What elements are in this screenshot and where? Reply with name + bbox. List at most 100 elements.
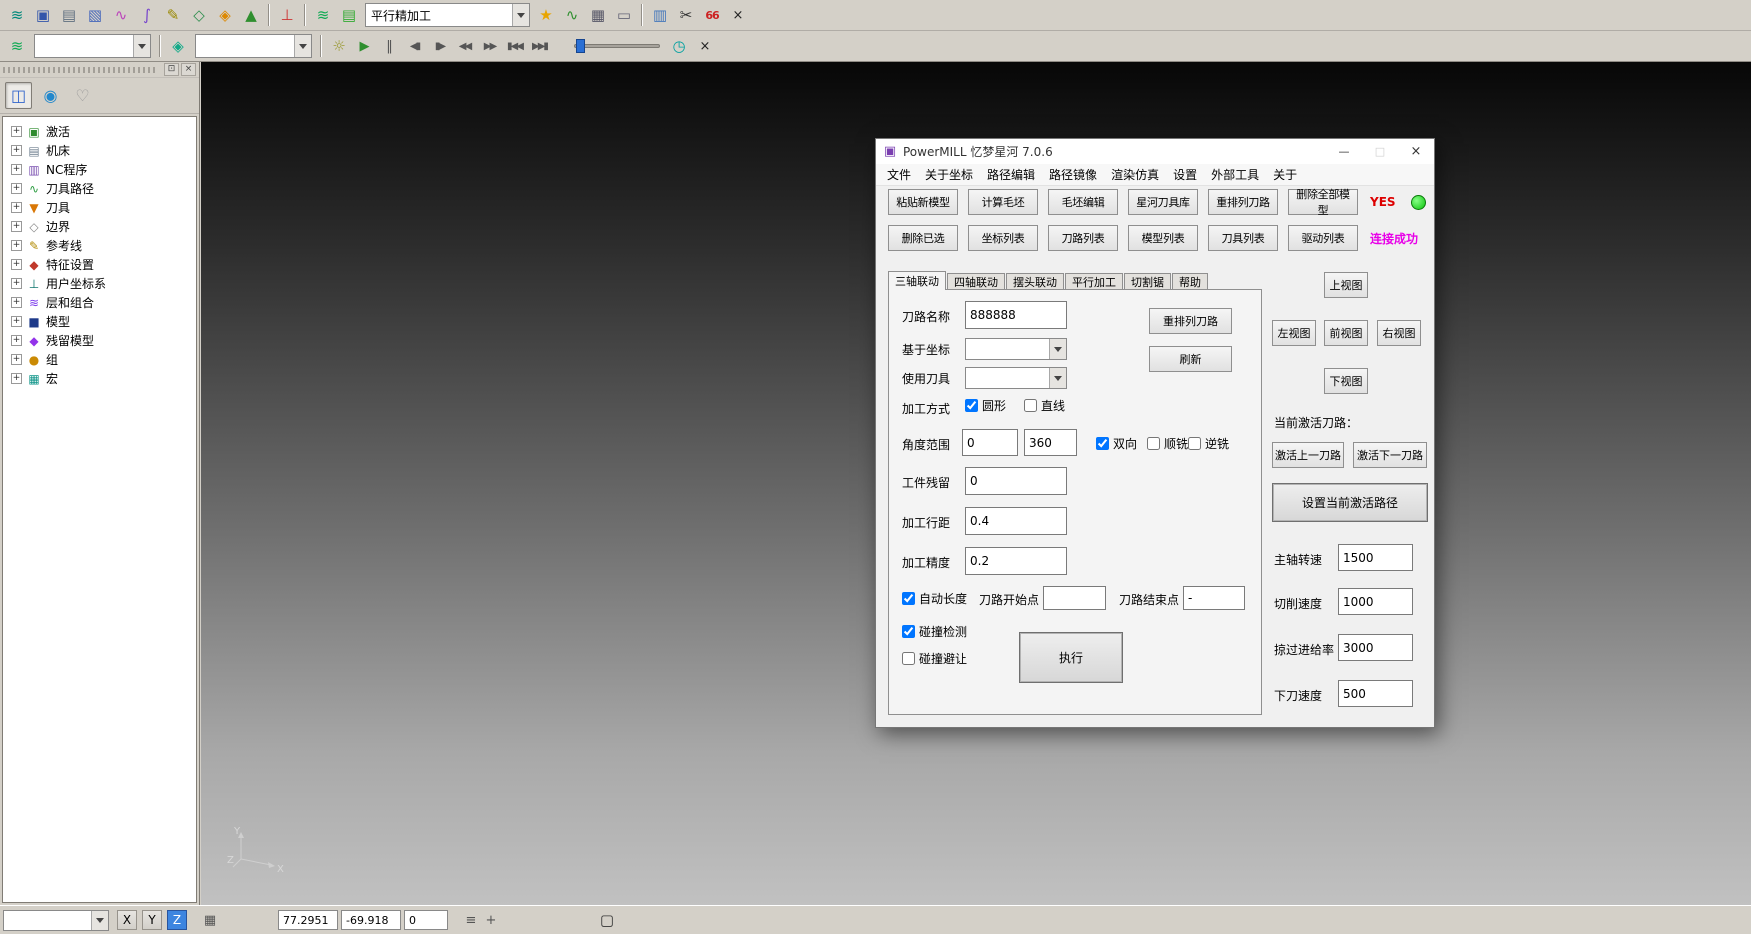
tree-item-boundaries[interactable]: +◇边界 xyxy=(5,217,194,236)
simulation-speed-slider[interactable] xyxy=(574,37,660,55)
tree-item-activate[interactable]: +▣激活 xyxy=(5,122,194,141)
toolpath-strategy-icon[interactable]: ∿ xyxy=(109,3,133,27)
menu-settings[interactable]: 设置 xyxy=(1166,163,1204,186)
tree-item-machine[interactable]: +▤机床 xyxy=(5,141,194,160)
save-icon[interactable]: ▣ xyxy=(31,3,55,27)
expander-icon[interactable]: + xyxy=(11,183,22,194)
model-list-button[interactable]: 模型列表 xyxy=(1128,225,1198,251)
stats-icon[interactable]: ▥ xyxy=(648,3,672,27)
climb-mill-checkbox[interactable]: 顺铣 xyxy=(1147,435,1188,452)
clock-icon[interactable]: ◷ xyxy=(667,34,691,58)
activate-prev-button[interactable]: 激活上一刀路 xyxy=(1272,442,1344,468)
tree-item-levels[interactable]: +≋层和组合 xyxy=(5,293,194,312)
pause-icon[interactable]: ‖ xyxy=(378,34,401,58)
calculator-icon[interactable]: ▦ xyxy=(586,3,610,27)
spectacles-icon[interactable]: 66 xyxy=(700,3,724,27)
tab-cutting-saw[interactable]: 切割锯 xyxy=(1124,273,1171,290)
expander-icon[interactable]: + xyxy=(11,373,22,384)
sim-tool-combo[interactable] xyxy=(195,34,312,58)
tree-item-patterns[interactable]: +✎参考线 xyxy=(5,236,194,255)
refresh-button[interactable]: 刷新 xyxy=(1149,346,1232,372)
cursor-icon[interactable]: + xyxy=(481,910,501,930)
close-button[interactable]: × xyxy=(1398,139,1434,164)
expander-icon[interactable]: + xyxy=(11,145,22,156)
collision-avoid-checkbox[interactable]: 碰撞避让 xyxy=(902,650,967,667)
panel-pin-icon[interactable]: ⊡ xyxy=(164,63,179,76)
go-start-icon[interactable]: ▮◀◀ xyxy=(503,34,526,58)
levels-icon[interactable]: ≋ xyxy=(311,3,335,27)
bulb-icon[interactable]: ☼ xyxy=(327,34,351,58)
tool-library-button[interactable]: 星河刀具库 xyxy=(1128,189,1198,215)
chevron-down-icon[interactable] xyxy=(1049,368,1066,388)
delete-all-models-button[interactable]: 删除全部模型 xyxy=(1288,189,1358,215)
grid-icon[interactable]: ▦ xyxy=(200,910,220,930)
measure-icon[interactable]: ▭ xyxy=(612,3,636,27)
feature-icon[interactable]: ▲ xyxy=(239,3,263,27)
tree-item-stock-models[interactable]: +◆残留模型 xyxy=(5,331,194,350)
conventional-mill-checkbox[interactable]: 逆铣 xyxy=(1188,435,1229,452)
expander-icon[interactable]: + xyxy=(11,240,22,251)
play-icon[interactable]: ▶ xyxy=(353,34,376,58)
circle-checkbox[interactable]: 圆形 xyxy=(965,397,1006,414)
tool-select-icon[interactable]: ◈ xyxy=(166,34,190,58)
globe-view-icon[interactable]: ◉ xyxy=(37,82,64,109)
print-icon[interactable]: ▤ xyxy=(57,3,81,27)
expander-icon[interactable]: + xyxy=(11,316,22,327)
chevron-down-icon[interactable] xyxy=(512,4,529,26)
toolpath-list-button[interactable]: 刀路列表 xyxy=(1048,225,1118,251)
tree-item-macros[interactable]: +▦宏 xyxy=(5,369,194,388)
view-bottom-button[interactable]: 下视图 xyxy=(1324,368,1368,394)
expander-icon[interactable]: + xyxy=(11,259,22,270)
auto-length-checkbox[interactable]: 自动长度 xyxy=(902,590,967,607)
menu-coords[interactable]: 关于坐标 xyxy=(918,163,980,186)
line-checkbox[interactable]: 直线 xyxy=(1024,397,1065,414)
view-left-button[interactable]: 左视图 xyxy=(1272,320,1316,346)
tree-item-nc-programs[interactable]: +▥NC程序 xyxy=(5,160,194,179)
model-import-icon[interactable]: ≋ xyxy=(5,3,29,27)
minimize-button[interactable]: — xyxy=(1326,139,1362,164)
toolbar-close-icon[interactable]: × xyxy=(726,3,750,27)
strategy-list-icon[interactable]: ▤ xyxy=(337,3,361,27)
expander-icon[interactable]: + xyxy=(11,221,22,232)
bidirectional-checkbox[interactable]: 双向 xyxy=(1096,435,1137,452)
tree-item-tools[interactable]: +▼刀具 xyxy=(5,198,194,217)
pencil-edit-icon[interactable]: ✎ xyxy=(161,3,185,27)
paste-new-model-button[interactable]: 粘贴新模型 xyxy=(888,189,958,215)
set-active-path-button[interactable]: 设置当前激活路径 xyxy=(1272,483,1428,522)
menu-path-edit[interactable]: 路径编辑 xyxy=(980,163,1042,186)
activate-next-button[interactable]: 激活下一刀路 xyxy=(1353,442,1427,468)
menu-about[interactable]: 关于 xyxy=(1266,163,1304,186)
tab-parallel[interactable]: 平行加工 xyxy=(1065,273,1123,290)
stepover-input[interactable] xyxy=(965,507,1067,535)
dialog-titlebar[interactable]: ▣ PowerMILL 忆梦星河 7.0.6 — □ × xyxy=(876,139,1434,164)
expander-icon[interactable]: + xyxy=(11,335,22,346)
tab-swivel-head[interactable]: 摆头联动 xyxy=(1006,273,1064,290)
cutting-speed-input[interactable] xyxy=(1338,588,1413,615)
axis-y-button[interactable]: Y xyxy=(142,910,162,930)
step-forward-icon[interactable]: ▮▶ xyxy=(428,34,451,58)
tab-3axis[interactable]: 三轴联动 xyxy=(888,271,946,290)
plunge-speed-input[interactable] xyxy=(1338,680,1413,707)
go-end-icon[interactable]: ▶▶▮ xyxy=(528,34,551,58)
favorites-view-icon[interactable]: ♡ xyxy=(69,82,96,109)
expander-icon[interactable]: + xyxy=(11,164,22,175)
expander-icon[interactable]: + xyxy=(11,278,22,289)
slider-handle[interactable] xyxy=(576,39,585,53)
expander-icon[interactable]: + xyxy=(11,126,22,137)
rewind-icon[interactable]: ◀◀ xyxy=(453,34,476,58)
tree-item-workplanes[interactable]: +⊥用户坐标系 xyxy=(5,274,194,293)
angle-to-input[interactable] xyxy=(1024,429,1077,456)
delete-selected-button[interactable]: 删除已选 xyxy=(888,225,958,251)
use-tool-select[interactable] xyxy=(965,367,1067,389)
expander-icon[interactable]: + xyxy=(11,297,22,308)
tree-item-toolpaths[interactable]: +∿刀具路径 xyxy=(5,179,194,198)
axis-x-button[interactable]: X xyxy=(117,910,137,930)
compute-stock-button[interactable]: 计算毛坯 xyxy=(968,189,1038,215)
chevron-down-icon[interactable] xyxy=(91,911,108,930)
monitor-icon[interactable]: ▢ xyxy=(597,910,617,930)
collision-check-checkbox[interactable]: 碰撞检测 xyxy=(902,623,967,640)
start-point-input[interactable] xyxy=(1043,586,1106,610)
slider-track[interactable] xyxy=(574,44,660,48)
execute-button[interactable]: 执行 xyxy=(1019,632,1123,683)
panel-grip[interactable]: ⊡ × xyxy=(0,62,199,78)
